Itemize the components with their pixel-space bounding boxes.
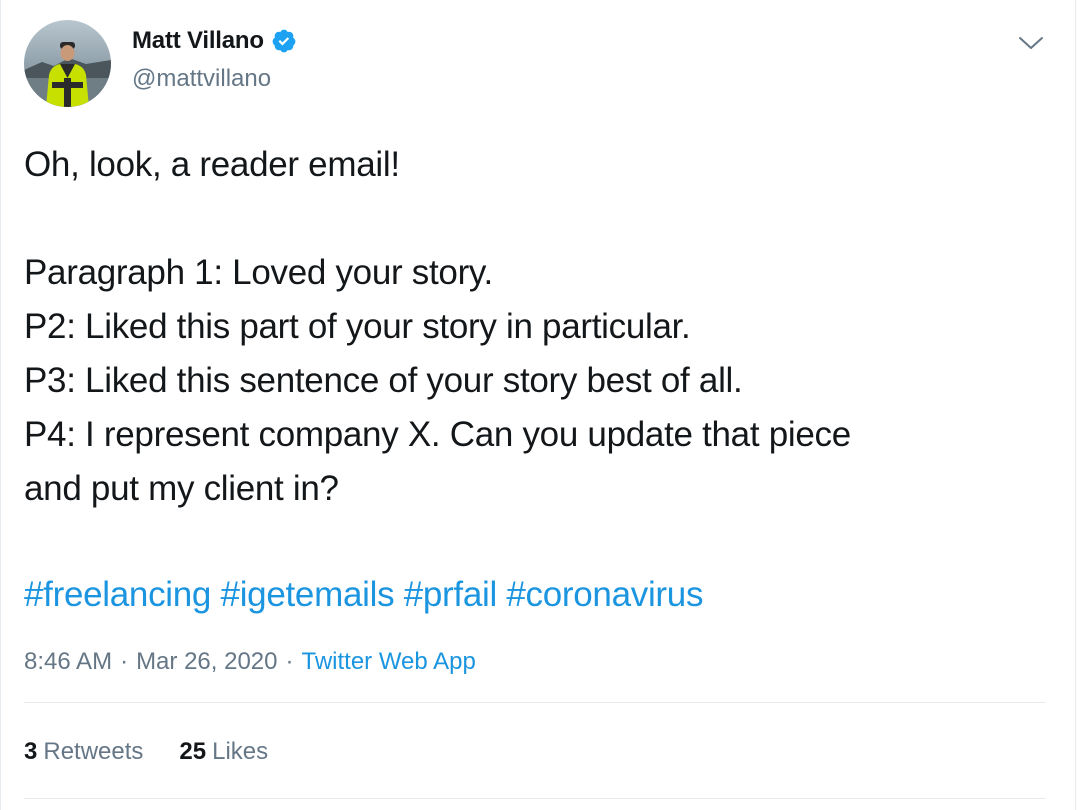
tweet-line: and put my client in? <box>24 469 339 508</box>
tweet-line: P4: I represent company X. Can you updat… <box>24 415 851 454</box>
avatar[interactable] <box>24 20 111 107</box>
hashtag-link[interactable]: #coronavirus <box>506 575 703 614</box>
tweet-menu-button[interactable] <box>1016 28 1046 58</box>
tweet-line: Paragraph 1: Loved your story. <box>24 253 493 292</box>
tweet-source-link[interactable]: Twitter Web App <box>301 648 475 676</box>
tweet-line: P2: Liked this part of your story in par… <box>24 307 691 346</box>
tweet-stats: 3 Retweets 25 Likes <box>24 738 268 766</box>
tweet-date[interactable]: Mar 26, 2020 <box>136 648 277 676</box>
meta-separator: · <box>120 648 129 675</box>
retweets-stat[interactable]: 3 Retweets <box>24 738 143 766</box>
divider <box>24 702 1046 703</box>
meta-separator: · <box>285 648 294 675</box>
divider <box>24 798 1046 799</box>
hashtag-link[interactable]: #prfail <box>404 575 498 614</box>
card-border-right <box>1075 0 1076 810</box>
tweet-line: P3: Liked this sentence of your story be… <box>24 361 743 400</box>
tweet-time[interactable]: 8:46 AM <box>24 648 112 676</box>
card-border-left <box>0 0 1 810</box>
tweet-meta: 8:46 AM · Mar 26, 2020 · Twitter Web App <box>24 648 476 676</box>
likes-count: 25 <box>179 738 207 765</box>
author-display-name[interactable]: Matt Villano <box>132 27 264 55</box>
author-name-row[interactable]: Matt Villano <box>132 27 297 55</box>
verified-badge-icon <box>272 29 296 53</box>
likes-label: Likes <box>212 738 269 765</box>
tweet-text: Oh, look, a reader email! Paragraph 1: L… <box>24 138 1044 516</box>
author-handle[interactable]: @mattvillano <box>132 65 271 93</box>
chevron-down-icon <box>1019 37 1043 49</box>
hashtag-link[interactable]: #igetemails <box>221 575 395 614</box>
tweet-card: Matt Villano @mattvillano Oh, look, a re… <box>0 0 1078 810</box>
hashtag-list: #freelancing #igetemails #prfail #corona… <box>24 568 703 622</box>
tweet-line: Oh, look, a reader email! <box>24 145 400 184</box>
retweets-count: 3 <box>24 738 38 765</box>
avatar-image <box>24 20 111 107</box>
hashtag-link[interactable]: #freelancing <box>24 575 211 614</box>
retweets-label: Retweets <box>43 738 144 765</box>
likes-stat[interactable]: 25 Likes <box>179 738 268 766</box>
